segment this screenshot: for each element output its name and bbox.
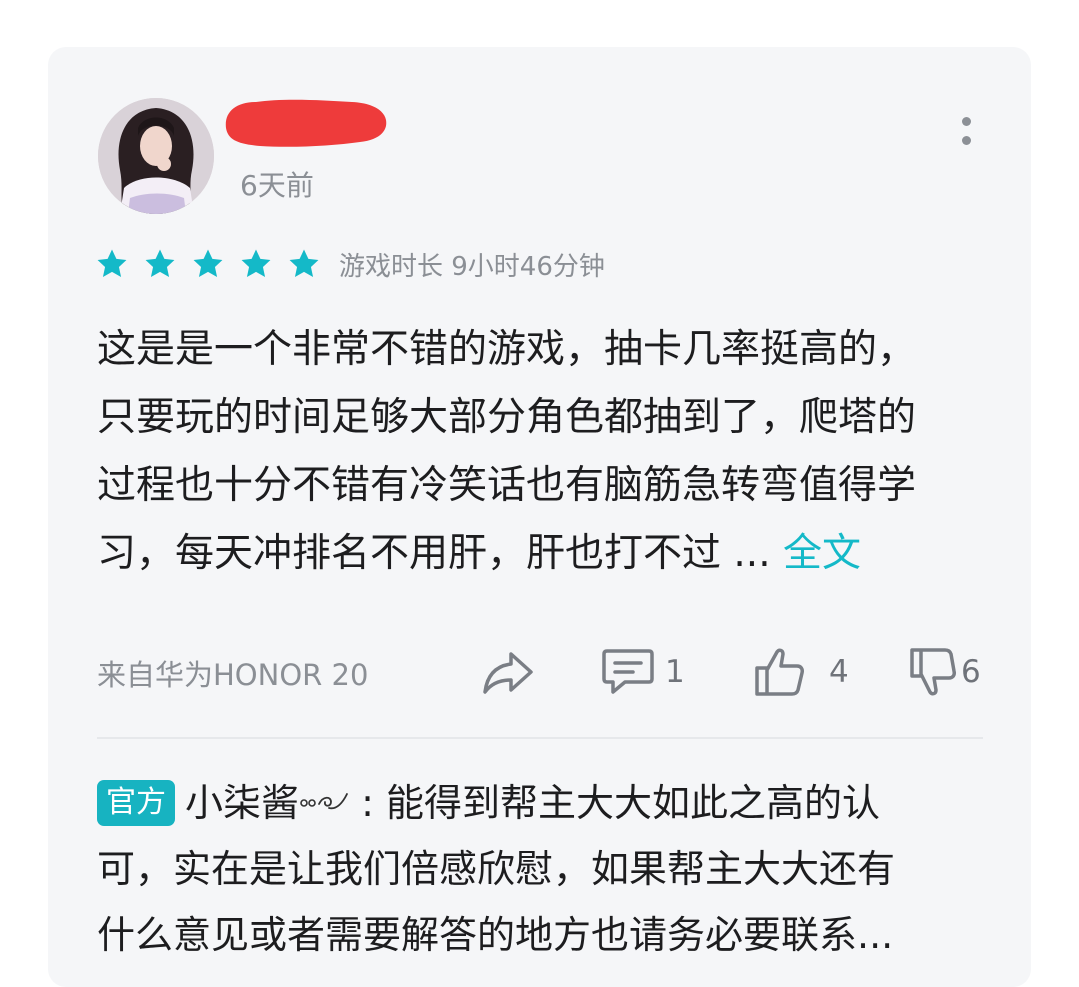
reply-line: 官方 小柒酱 : 能得到帮主大大如此之高的认 [97,770,977,836]
reply-text: : 能得到帮主大大如此之高的认 [349,781,880,825]
official-reply[interactable]: 官方 小柒酱 : 能得到帮主大大如此之高的认 可，实在是让我们倍感欣慰，如果帮主大… [97,770,977,968]
share-icon [483,652,533,694]
star-icon [97,249,127,278]
review-line: 习，每天冲排名不用肝，肝也打不过 ... 全文 [97,520,977,588]
review-line: 过程也十分不错有冷笑话也有脑筋急转弯值得学 [97,463,917,508]
reply-line: 可，实在是让我们倍感欣慰，如果帮主大大还有 [97,847,896,891]
review-body[interactable]: 这是是一个非常不错的游戏，抽卡几率挺高的， 只要玩的时间足够大部分角色都抽到了，… [97,316,977,588]
divider [97,737,983,739]
username-redaction [225,99,387,147]
user-avatar[interactable] [98,98,214,214]
review-line-text: 习，每天冲排名不用肝，肝也打不过 ... [97,531,771,576]
read-more-link[interactable]: 全文 [783,531,861,576]
comment-icon [602,649,654,694]
review-time: 6天前 [240,169,314,202]
device-label: 来自华为HONOR 20 [97,658,369,692]
swirl-icon [300,793,348,810]
star-icon [241,249,271,278]
dislike-count: 6 [961,654,981,690]
star-icon [145,249,175,278]
like-button[interactable]: 4 [753,642,849,702]
comment-count: 1 [665,654,685,690]
more-dot-icon [961,117,971,126]
more-dot-icon [961,136,971,145]
more-options-button[interactable] [946,106,986,156]
thumbs-up-icon [755,648,804,696]
reply-author: 小柒酱 [185,781,300,825]
review-line: 只要玩的时间足够大部分角色都抽到了，爬塔的 [97,395,917,440]
star-icon [289,249,319,278]
thumbs-down-icon [910,648,956,696]
rating-row: 游戏时长 9小时46分钟 [95,244,605,284]
star-icon [193,249,223,278]
review-actions: 来自华为HONOR 20 1 4 6 [97,642,987,702]
playtime: 游戏时长 9小时46分钟 [339,251,605,282]
official-badge: 官方 [97,780,175,826]
like-count: 4 [829,654,849,690]
review-line: 这是是一个非常不错的游戏，抽卡几率挺高的， [97,327,917,372]
dislike-button[interactable]: 6 [909,642,981,702]
share-button[interactable] [481,642,535,702]
reply-line: 什么意见或者需要解答的地方也请务必要联系... [97,913,894,957]
comment-button[interactable]: 1 [601,642,685,702]
